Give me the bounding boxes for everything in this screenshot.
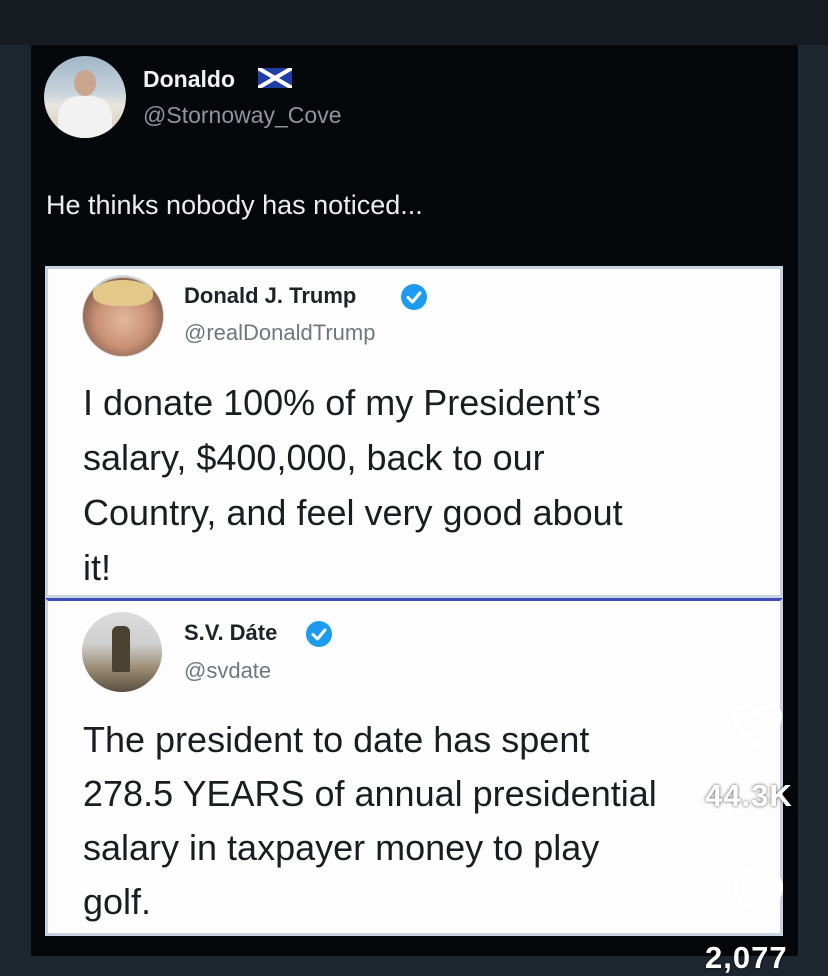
comment-icon[interactable] — [730, 864, 786, 916]
tweet-text-line: salary in taxpayer money to play — [83, 827, 600, 868]
like-count[interactable]: 44.3K — [705, 778, 793, 814]
tweet-author-handle: @svdate — [184, 658, 272, 683]
tweet-text-line: salary, $400,000, back to our — [83, 437, 545, 478]
tweet-author-handle: @realDonaldTrump — [184, 320, 376, 345]
tweet-text-line: 278.5 YEARS of annual presidential — [83, 773, 657, 814]
tweet-text-line: it! — [83, 547, 112, 588]
comment-count[interactable]: 2,077 — [705, 940, 788, 976]
author-name[interactable]: Donaldo — [143, 66, 235, 93]
tweet-text-line: The president to date has spent — [83, 719, 590, 760]
post-text: He thinks nobody has noticed... — [46, 190, 423, 220]
scotland-flag-icon — [258, 68, 292, 88]
author-avatar[interactable] — [44, 56, 126, 138]
tweet-text-line: Country, and feel very good about — [83, 492, 623, 533]
trump-avatar — [82, 275, 164, 357]
tweet-author-name: S.V. Dáte — [184, 620, 278, 645]
svdate-avatar — [82, 612, 162, 692]
top-bar — [0, 0, 828, 45]
tweet-author-name: Donald J. Trump — [184, 283, 357, 308]
tweet-text-line: golf. — [83, 881, 152, 922]
tweet-text-line: I donate 100% of my President’s — [83, 382, 601, 423]
verified-badge-icon — [306, 621, 332, 647]
author-handle[interactable]: @Stornoway_Cove — [143, 102, 342, 129]
heart-icon[interactable] — [731, 703, 783, 749]
verified-badge-icon — [401, 284, 427, 310]
